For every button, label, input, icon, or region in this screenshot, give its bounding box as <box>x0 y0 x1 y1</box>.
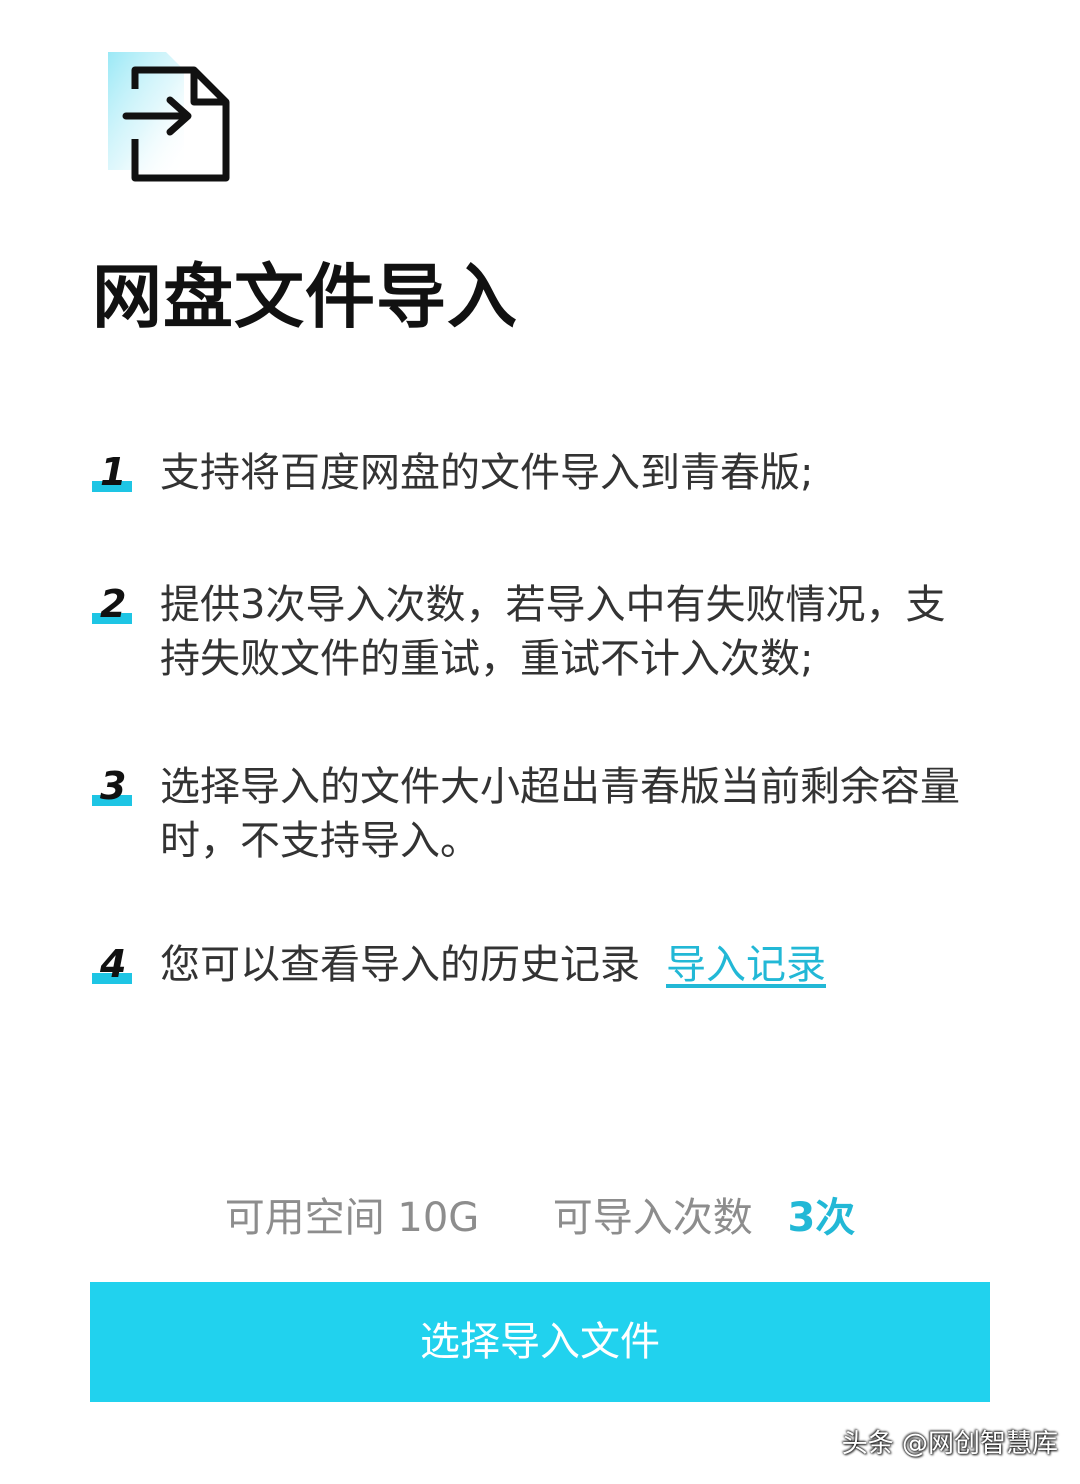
rule-number-badge: 2 <box>92 584 134 624</box>
rule-text: 提供3次导入次数，若导入中有失败情况，支持失败文件的重试，重试不计入次数; <box>160 582 946 682</box>
rule-number-badge: 3 <box>92 766 134 806</box>
rule-number: 3 <box>100 764 127 808</box>
rule-number: 2 <box>100 582 127 626</box>
page-title: 网盘文件导入 <box>92 256 518 338</box>
rule-text: 选择导入的文件大小超出青春版当前剩余容量时，不支持导入。 <box>160 764 960 864</box>
rule-number-badge: 4 <box>92 944 134 984</box>
rule-text: 支持将百度网盘的文件导入到青春版; <box>160 450 814 496</box>
rule-text-with-link: 您可以查看导入的历史记录 导入记录 <box>160 938 970 992</box>
select-import-file-button[interactable]: 选择导入文件 <box>90 1282 990 1402</box>
quota-summary: 可用空间 10G 可导入次数 3次 <box>0 1188 1080 1248</box>
watermark: 头条 @网创智慧库 <box>841 1429 1058 1459</box>
rule-number: 1 <box>100 450 127 494</box>
rule-number-badge: 1 <box>92 452 134 492</box>
available-space-value: 10G <box>397 1195 480 1241</box>
rule-text: 您可以查看导入的历史记录 <box>160 942 640 988</box>
import-count-label: 可导入次数 <box>552 1195 753 1241</box>
rule-number: 4 <box>100 942 127 986</box>
import-count-value: 3次 <box>787 1195 856 1241</box>
import-history-link[interactable]: 导入记录 <box>666 942 826 988</box>
file-import-icon <box>104 52 234 188</box>
available-space-label: 可用空间 <box>224 1195 385 1241</box>
